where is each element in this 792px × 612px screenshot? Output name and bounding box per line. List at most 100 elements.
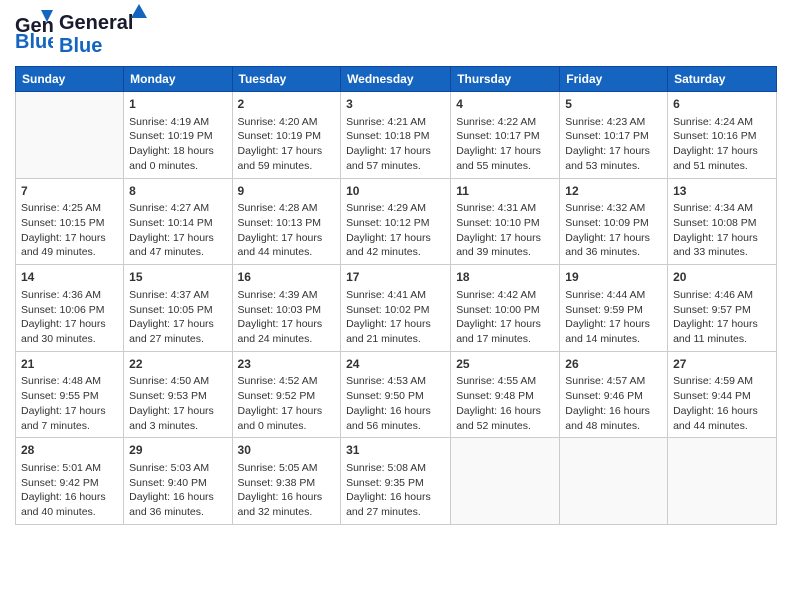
cell-info: Sunrise: 4:39 AMSunset: 10:03 PMDaylight… xyxy=(238,288,336,347)
calendar-cell: 3 Sunrise: 4:21 AMSunset: 10:18 PMDayligh… xyxy=(341,92,451,179)
cell-info: Sunrise: 4:41 AMSunset: 10:02 PMDaylight… xyxy=(346,288,445,347)
calendar-cell: 26Sunrise: 4:57 AMSunset: 9:46 PMDayligh… xyxy=(560,351,668,438)
cell-info: Sunrise: 4:59 AMSunset: 9:44 PMDaylight:… xyxy=(673,374,771,433)
calendar-cell: 6 Sunrise: 4:24 AMSunset: 10:16 PMDayligh… xyxy=(668,92,777,179)
calendar-cell: 14 Sunrise: 4:36 AMSunset: 10:06 PMDaylig… xyxy=(16,265,124,352)
calendar-cell: 22Sunrise: 4:50 AMSunset: 9:53 PMDayligh… xyxy=(124,351,232,438)
calendar-cell xyxy=(668,438,777,525)
cell-info: Sunrise: 4:52 AMSunset: 9:52 PMDaylight:… xyxy=(238,374,336,433)
day-number: 13 xyxy=(673,183,771,200)
cell-info: Sunrise: 4:21 AMSunset: 10:18 PMDaylight… xyxy=(346,115,445,174)
cell-info: Sunrise: 4:50 AMSunset: 9:53 PMDaylight:… xyxy=(129,374,226,433)
days-header-row: SundayMondayTuesdayWednesdayThursdayFrid… xyxy=(16,67,777,92)
week-row-3: 14 Sunrise: 4:36 AMSunset: 10:06 PMDaylig… xyxy=(16,265,777,352)
logo: General Blue General Blue xyxy=(15,10,133,58)
day-number: 6 xyxy=(673,96,771,113)
calendar-cell: 31 Sunrise: 5:08 AMSunset: 9:35 PMDayligh… xyxy=(341,438,451,525)
calendar-cell: 25Sunrise: 4:55 AMSunset: 9:48 PMDayligh… xyxy=(451,351,560,438)
cell-info: Sunrise: 4:48 AMSunset: 9:55 PMDaylight:… xyxy=(21,374,118,433)
day-number: 20 xyxy=(673,269,771,286)
cell-info: Sunrise: 4:24 AMSunset: 10:16 PMDaylight… xyxy=(673,115,771,174)
day-number: 12 xyxy=(565,183,662,200)
calendar-cell: 12Sunrise: 4:32 AMSunset: 10:09 PMDaylig… xyxy=(560,178,668,265)
day-header-tuesday: Tuesday xyxy=(232,67,341,92)
calendar-cell: 4 Sunrise: 4:22 AMSunset: 10:17 PMDayligh… xyxy=(451,92,560,179)
cell-info: Sunrise: 4:29 AMSunset: 10:12 PMDaylight… xyxy=(346,201,445,260)
day-number: 14 xyxy=(21,269,118,286)
cell-info: Sunrise: 4:53 AMSunset: 9:50 PMDaylight:… xyxy=(346,374,445,433)
logo-general: General xyxy=(59,12,133,34)
day-number: 3 xyxy=(346,96,445,113)
calendar-cell: 19Sunrise: 4:44 AMSunset: 9:59 PMDayligh… xyxy=(560,265,668,352)
day-number: 28 xyxy=(21,442,118,459)
calendar-cell: 29 Sunrise: 5:03 AMSunset: 9:40 PMDayligh… xyxy=(124,438,232,525)
calendar-cell xyxy=(16,92,124,179)
cell-info: Sunrise: 4:31 AMSunset: 10:10 PMDaylight… xyxy=(456,201,554,260)
calendar-cell: 20Sunrise: 4:46 AMSunset: 9:57 PMDayligh… xyxy=(668,265,777,352)
calendar-cell: 1Sunrise: 4:19 AMSunset: 10:19 PMDayligh… xyxy=(124,92,232,179)
calendar-cell: 7Sunrise: 4:25 AMSunset: 10:15 PMDayligh… xyxy=(16,178,124,265)
day-number: 5 xyxy=(565,96,662,113)
cell-info: Sunrise: 4:55 AMSunset: 9:48 PMDaylight:… xyxy=(456,374,554,433)
day-header-sunday: Sunday xyxy=(16,67,124,92)
cell-info: Sunrise: 4:28 AMSunset: 10:13 PMDaylight… xyxy=(238,201,336,260)
day-number: 16 xyxy=(238,269,336,286)
day-header-friday: Friday xyxy=(560,67,668,92)
cell-info: Sunrise: 4:34 AMSunset: 10:08 PMDaylight… xyxy=(673,201,771,260)
day-number: 7 xyxy=(21,183,118,200)
calendar-cell: 15 Sunrise: 4:37 AMSunset: 10:05 PMDaylig… xyxy=(124,265,232,352)
day-number: 11 xyxy=(456,183,554,200)
calendar-cell: 21Sunrise: 4:48 AMSunset: 9:55 PMDayligh… xyxy=(16,351,124,438)
day-header-saturday: Saturday xyxy=(668,67,777,92)
cell-info: Sunrise: 4:37 AMSunset: 10:05 PMDaylight… xyxy=(129,288,226,347)
logo-icon: General Blue xyxy=(15,10,53,52)
cell-info: Sunrise: 4:20 AMSunset: 10:19 PMDaylight… xyxy=(238,115,336,174)
calendar-cell: 24Sunrise: 4:53 AMSunset: 9:50 PMDayligh… xyxy=(341,351,451,438)
logo-blue: Blue xyxy=(59,35,102,57)
cell-info: Sunrise: 5:08 AMSunset: 9:35 PMDaylight:… xyxy=(346,461,445,520)
calendar-cell xyxy=(560,438,668,525)
day-number: 26 xyxy=(565,356,662,373)
week-row-4: 21Sunrise: 4:48 AMSunset: 9:55 PMDayligh… xyxy=(16,351,777,438)
calendar-cell: 30Sunrise: 5:05 AMSunset: 9:38 PMDayligh… xyxy=(232,438,341,525)
day-number: 22 xyxy=(129,356,226,373)
calendar-cell: 23Sunrise: 4:52 AMSunset: 9:52 PMDayligh… xyxy=(232,351,341,438)
day-number: 31 xyxy=(346,442,445,459)
cell-info: Sunrise: 4:25 AMSunset: 10:15 PMDaylight… xyxy=(21,201,118,260)
day-number: 9 xyxy=(238,183,336,200)
day-number: 29 xyxy=(129,442,226,459)
calendar-cell xyxy=(451,438,560,525)
day-number: 30 xyxy=(238,442,336,459)
cell-info: Sunrise: 4:36 AMSunset: 10:06 PMDaylight… xyxy=(21,288,118,347)
calendar-cell: 5 Sunrise: 4:23 AMSunset: 10:17 PMDayligh… xyxy=(560,92,668,179)
day-header-thursday: Thursday xyxy=(451,67,560,92)
day-number: 15 xyxy=(129,269,226,286)
calendar-table: SundayMondayTuesdayWednesdayThursdayFrid… xyxy=(15,66,777,525)
day-number: 25 xyxy=(456,356,554,373)
cell-info: Sunrise: 4:44 AMSunset: 9:59 PMDaylight:… xyxy=(565,288,662,347)
page: General Blue General Blue xyxy=(0,0,792,612)
cell-info: Sunrise: 5:03 AMSunset: 9:40 PMDaylight:… xyxy=(129,461,226,520)
cell-info: Sunrise: 4:32 AMSunset: 10:09 PMDaylight… xyxy=(565,201,662,260)
calendar-cell: 18Sunrise: 4:42 AMSunset: 10:00 PMDaylig… xyxy=(451,265,560,352)
cell-info: Sunrise: 4:22 AMSunset: 10:17 PMDaylight… xyxy=(456,115,554,174)
day-header-wednesday: Wednesday xyxy=(341,67,451,92)
cell-info: Sunrise: 4:57 AMSunset: 9:46 PMDaylight:… xyxy=(565,374,662,433)
calendar-cell: 11Sunrise: 4:31 AMSunset: 10:10 PMDaylig… xyxy=(451,178,560,265)
cell-info: Sunrise: 5:01 AMSunset: 9:42 PMDaylight:… xyxy=(21,461,118,520)
week-row-1: 1Sunrise: 4:19 AMSunset: 10:19 PMDayligh… xyxy=(16,92,777,179)
calendar-cell: 2Sunrise: 4:20 AMSunset: 10:19 PMDayligh… xyxy=(232,92,341,179)
calendar-cell: 13Sunrise: 4:34 AMSunset: 10:08 PMDaylig… xyxy=(668,178,777,265)
cell-info: Sunrise: 4:23 AMSunset: 10:17 PMDaylight… xyxy=(565,115,662,174)
svg-text:Blue: Blue xyxy=(15,31,53,52)
cell-info: Sunrise: 4:42 AMSunset: 10:00 PMDaylight… xyxy=(456,288,554,347)
day-number: 4 xyxy=(456,96,554,113)
day-number: 27 xyxy=(673,356,771,373)
day-number: 21 xyxy=(21,356,118,373)
day-number: 8 xyxy=(129,183,226,200)
week-row-2: 7Sunrise: 4:25 AMSunset: 10:15 PMDayligh… xyxy=(16,178,777,265)
cell-info: Sunrise: 4:19 AMSunset: 10:19 PMDaylight… xyxy=(129,115,226,174)
calendar-cell: 17 Sunrise: 4:41 AMSunset: 10:02 PMDaylig… xyxy=(341,265,451,352)
day-number: 17 xyxy=(346,269,445,286)
day-header-monday: Monday xyxy=(124,67,232,92)
